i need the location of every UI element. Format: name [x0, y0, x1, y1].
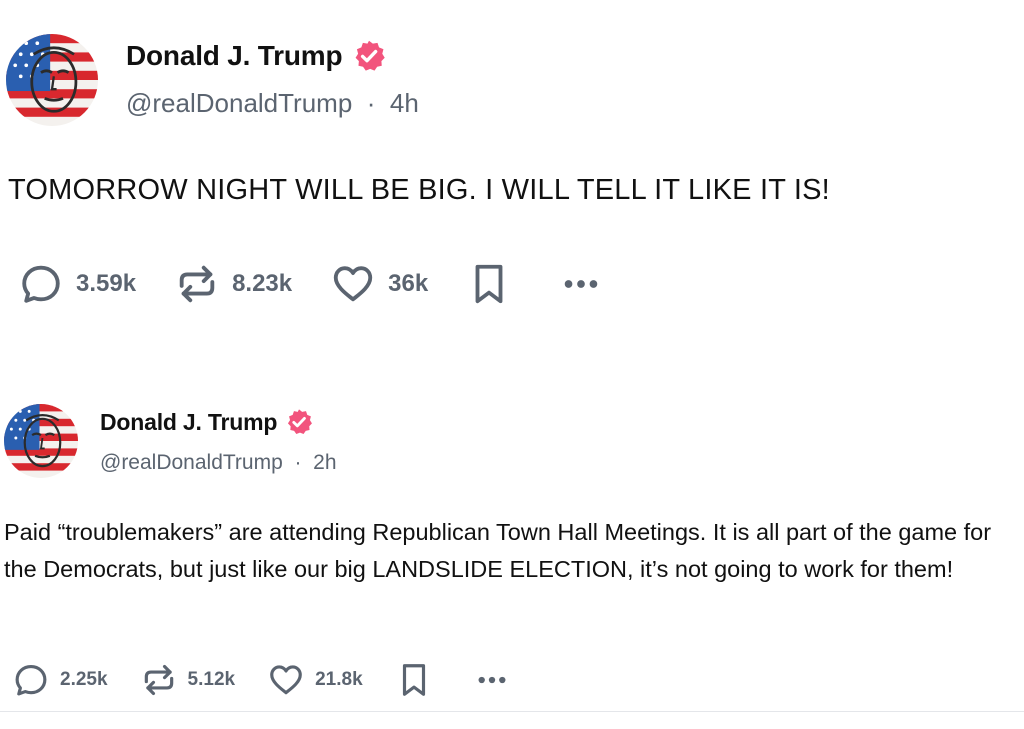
- more-icon: [473, 661, 511, 699]
- handle-time-separator: ·: [359, 88, 383, 118]
- repost-count: 5.12k: [187, 669, 236, 690]
- post-divider: [0, 711, 1024, 712]
- reply-button[interactable]: 2.25k: [12, 661, 108, 699]
- post-text: Paid “troublemakers” are attending Repub…: [4, 519, 992, 582]
- bookmark-icon: [466, 261, 512, 307]
- author-name-row: Donald J. Trump: [126, 36, 386, 76]
- author-handle[interactable]: @realDonaldTrump: [126, 88, 352, 118]
- author-handle[interactable]: @realDonaldTrump: [100, 451, 283, 474]
- profile-avatar[interactable]: [4, 404, 78, 478]
- author-handle-row: @realDonaldTrump · 4h: [126, 88, 419, 119]
- author-display-name[interactable]: Donald J. Trump: [100, 409, 277, 436]
- post: Donald J. Trump @realDonaldTrump · 2h Pa…: [0, 360, 1024, 712]
- like-count: 36k: [388, 270, 429, 297]
- post-actions-bar: 2.25k 5.12k 21.8k: [12, 660, 553, 700]
- reply-count: 3.59k: [76, 270, 137, 297]
- post-actions-bar: 3.59k 8.23k 36k: [18, 260, 654, 308]
- repost-icon: [140, 661, 178, 699]
- reply-icon: [12, 661, 50, 699]
- repost-count: 8.23k: [232, 270, 293, 297]
- more-options-button[interactable]: [473, 661, 521, 699]
- profile-avatar[interactable]: [6, 34, 98, 126]
- post-timestamp[interactable]: 2h: [313, 451, 336, 474]
- repost-icon: [174, 261, 220, 307]
- heart-icon: [330, 261, 376, 307]
- repost-button[interactable]: 5.12k: [140, 661, 236, 699]
- repost-button[interactable]: 8.23k: [174, 261, 292, 307]
- author-display-name[interactable]: Donald J. Trump: [126, 40, 343, 72]
- verified-badge-icon: [352, 39, 386, 73]
- post-text: TOMORROW NIGHT WILL BE BIG. I WILL TELL …: [8, 174, 830, 206]
- flag-portrait-avatar-image: [6, 34, 98, 126]
- author-handle-row: @realDonaldTrump · 2h: [100, 451, 337, 475]
- reply-count: 2.25k: [60, 669, 108, 690]
- like-button[interactable]: 21.8k: [267, 661, 363, 699]
- bookmark-button[interactable]: [466, 261, 512, 307]
- bookmark-button[interactable]: [395, 661, 433, 699]
- post: Donald J. Trump @realDonaldTrump · 4h TO…: [0, 0, 1024, 360]
- reply-icon: [18, 261, 64, 307]
- flag-portrait-avatar-image: [4, 404, 78, 478]
- post-timestamp[interactable]: 4h: [390, 88, 419, 118]
- heart-icon: [267, 661, 305, 699]
- bookmark-icon: [395, 661, 433, 699]
- verified-badge-icon: [285, 408, 313, 436]
- more-icon: [558, 261, 604, 307]
- like-count: 21.8k: [315, 669, 363, 690]
- like-button[interactable]: 36k: [330, 261, 428, 307]
- handle-time-separator: ·: [288, 451, 308, 474]
- more-options-button[interactable]: [558, 261, 616, 307]
- reply-button[interactable]: 3.59k: [18, 261, 136, 307]
- author-name-row: Donald J. Trump: [100, 406, 313, 438]
